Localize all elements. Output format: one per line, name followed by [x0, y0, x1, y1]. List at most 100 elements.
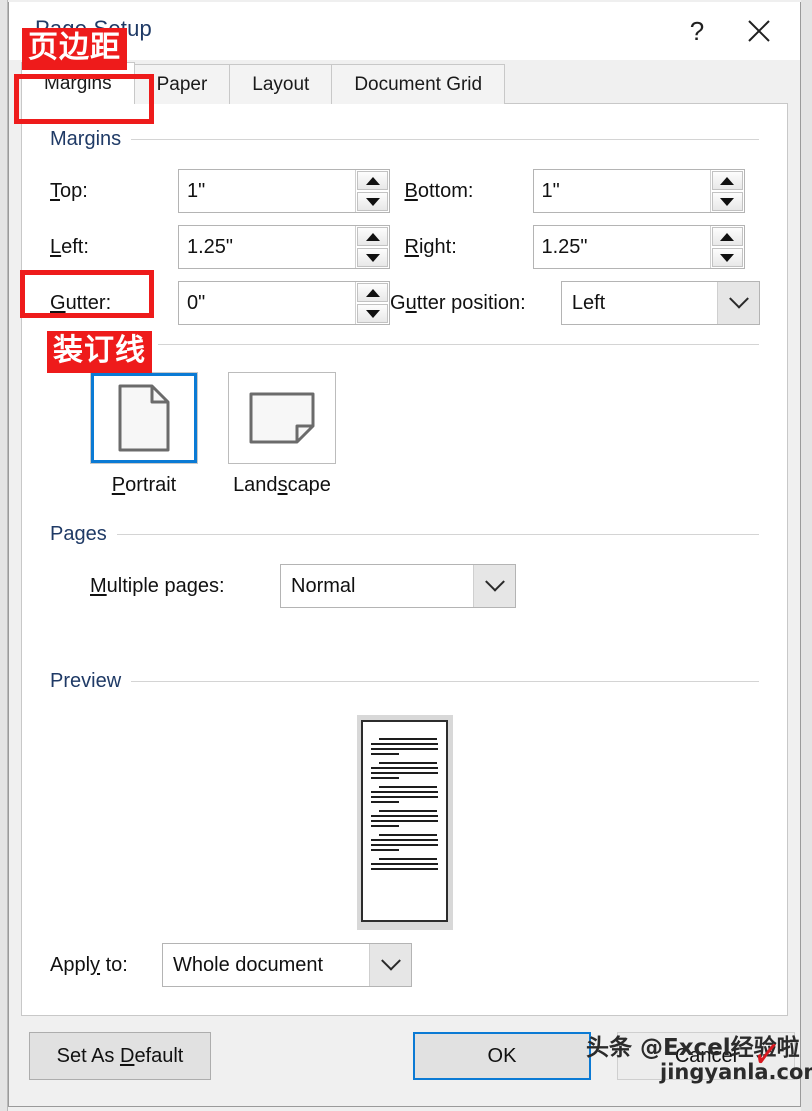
right-margin-decrement-button[interactable] — [711, 248, 743, 267]
gutter-input[interactable] — [179, 282, 355, 324]
left-margin-decrement-button[interactable] — [357, 248, 388, 267]
watermark: 头条 @Excel经验啦 jingyanla.com ✓ — [586, 1030, 812, 1085]
group-divider — [157, 344, 759, 345]
preview-group-label: Preview — [50, 670, 122, 692]
right-margin-increment-button[interactable] — [711, 227, 743, 246]
tab-layout[interactable]: Layout — [229, 64, 333, 104]
left-margin-spinner[interactable] — [178, 225, 390, 269]
watermark-line-2: jingyanla.com — [660, 1060, 812, 1085]
preview-line — [370, 820, 438, 822]
bottom-margin-spinner[interactable] — [532, 169, 745, 213]
preview-paragraph — [370, 858, 438, 870]
top-margin-decrement-button[interactable] — [357, 192, 388, 211]
bottom-margin-spin-buttons — [709, 170, 744, 212]
preview-page-shadow — [356, 715, 453, 930]
preview-line — [378, 786, 438, 788]
arrow-up-icon — [365, 288, 380, 297]
landscape-label: Landscape — [233, 474, 331, 496]
preview-line — [378, 858, 438, 860]
portrait-icon-box — [90, 372, 198, 464]
arrow-up-icon — [720, 232, 734, 241]
top-margin-input[interactable] — [179, 170, 355, 212]
set-as-default-button[interactable]: Set As Default — [29, 1032, 211, 1080]
bottom-margin-input[interactable] — [533, 170, 710, 212]
orientation-group-header: Orientation — [50, 333, 759, 356]
annotation-tag-margins: 页边距 — [22, 28, 127, 70]
right-margin-input[interactable] — [533, 226, 710, 268]
left-margin-field: Left: — [50, 225, 405, 269]
tab-document-grid-label: Document Grid — [354, 73, 483, 95]
annotation-tag-gutter: 装订线 — [47, 331, 152, 373]
ok-button[interactable]: OK — [413, 1032, 591, 1080]
margins-group-label: Margins — [50, 128, 122, 150]
tab-paper-label: Paper — [156, 73, 208, 95]
bottom-margin-increment-button[interactable] — [711, 171, 743, 190]
page-background-right-strip — [801, 0, 812, 1111]
close-icon[interactable] — [728, 6, 790, 56]
right-margin-label: Right: — [404, 235, 457, 258]
page-setup-dialog: Page Setup ? Margins Paper Layout Docume… — [8, 2, 801, 1107]
orientation-options: Portrait Landscape — [50, 372, 759, 497]
top-margin-spin-buttons — [355, 170, 389, 212]
gutter-decrement-button[interactable] — [357, 304, 388, 323]
tab-layout-label: Layout — [252, 73, 310, 95]
bottom-margin-decrement-button[interactable] — [711, 192, 743, 211]
gutter-position-combobox[interactable]: Left — [560, 281, 760, 325]
preview-line — [370, 868, 438, 870]
preview-line — [370, 849, 399, 851]
preview-line — [370, 815, 438, 817]
left-margin-spin-buttons — [355, 226, 389, 268]
arrow-up-icon — [720, 176, 734, 185]
preview-line — [378, 762, 438, 764]
preview-line — [370, 791, 438, 793]
right-margin-spin-buttons — [709, 226, 744, 268]
left-margin-input[interactable] — [179, 226, 355, 268]
arrow-down-icon — [720, 197, 734, 206]
right-margin-spinner[interactable] — [532, 225, 745, 269]
preview-line — [370, 863, 438, 865]
bottom-margin-field: Bottom: — [405, 169, 760, 213]
top-margin-spinner[interactable] — [178, 169, 390, 213]
tab-document-grid[interactable]: Document Grid — [331, 64, 506, 104]
group-divider — [131, 139, 759, 140]
apply-to-value: Whole document — [173, 953, 324, 976]
pages-group-label: Pages — [50, 523, 107, 545]
orientation-landscape-option[interactable]: Landscape — [228, 372, 336, 497]
gutter-position-value: Left — [571, 291, 606, 314]
gutter-spinner[interactable] — [178, 281, 390, 325]
preview-line — [370, 844, 438, 846]
preview-line — [370, 825, 399, 827]
left-margin-increment-button[interactable] — [357, 227, 388, 246]
help-icon[interactable]: ? — [666, 6, 728, 56]
apply-to-label: Apply to: — [50, 953, 128, 976]
top-margin-increment-button[interactable] — [357, 171, 388, 190]
gutter-position-field: Gutter position: Left — [390, 281, 760, 325]
arrow-down-icon — [365, 309, 380, 318]
portrait-label: Portrait — [111, 474, 177, 496]
preview-paragraph — [370, 738, 438, 755]
multiple-pages-combobox[interactable]: Normal — [280, 564, 516, 608]
gutter-increment-button[interactable] — [357, 283, 388, 302]
right-margin-field: Right: — [405, 225, 760, 269]
preview-line — [370, 796, 438, 798]
multiple-pages-label: Multiple pages: — [90, 574, 225, 597]
apply-to-field: Apply to: Whole document — [50, 943, 412, 987]
preview-line — [378, 810, 438, 812]
screenshot-root: Page Setup ? Margins Paper Layout Docume… — [0, 0, 812, 1111]
preview-line — [378, 834, 438, 836]
apply-to-dropdown-button[interactable] — [369, 944, 411, 986]
gutter-position-dropdown-button[interactable] — [717, 282, 759, 324]
group-divider — [116, 534, 759, 535]
apply-to-combobox[interactable]: Whole document — [162, 943, 412, 987]
page-background-left-strip — [0, 0, 8, 1111]
arrow-down-icon — [365, 197, 380, 206]
orientation-portrait-option[interactable]: Portrait — [90, 372, 198, 497]
gutter-position-label: Gutter position: — [390, 291, 526, 314]
pages-group-header: Pages — [50, 523, 759, 546]
margins-group-header: Margins — [50, 128, 759, 151]
multiple-pages-dropdown-button[interactable] — [473, 565, 515, 607]
preview-document-page — [360, 720, 448, 922]
top-margin-label: Top: — [50, 179, 88, 202]
margins-row-top-bottom: Top: Bottom: — [50, 165, 759, 217]
annotation-box-gutter-label — [20, 270, 154, 318]
